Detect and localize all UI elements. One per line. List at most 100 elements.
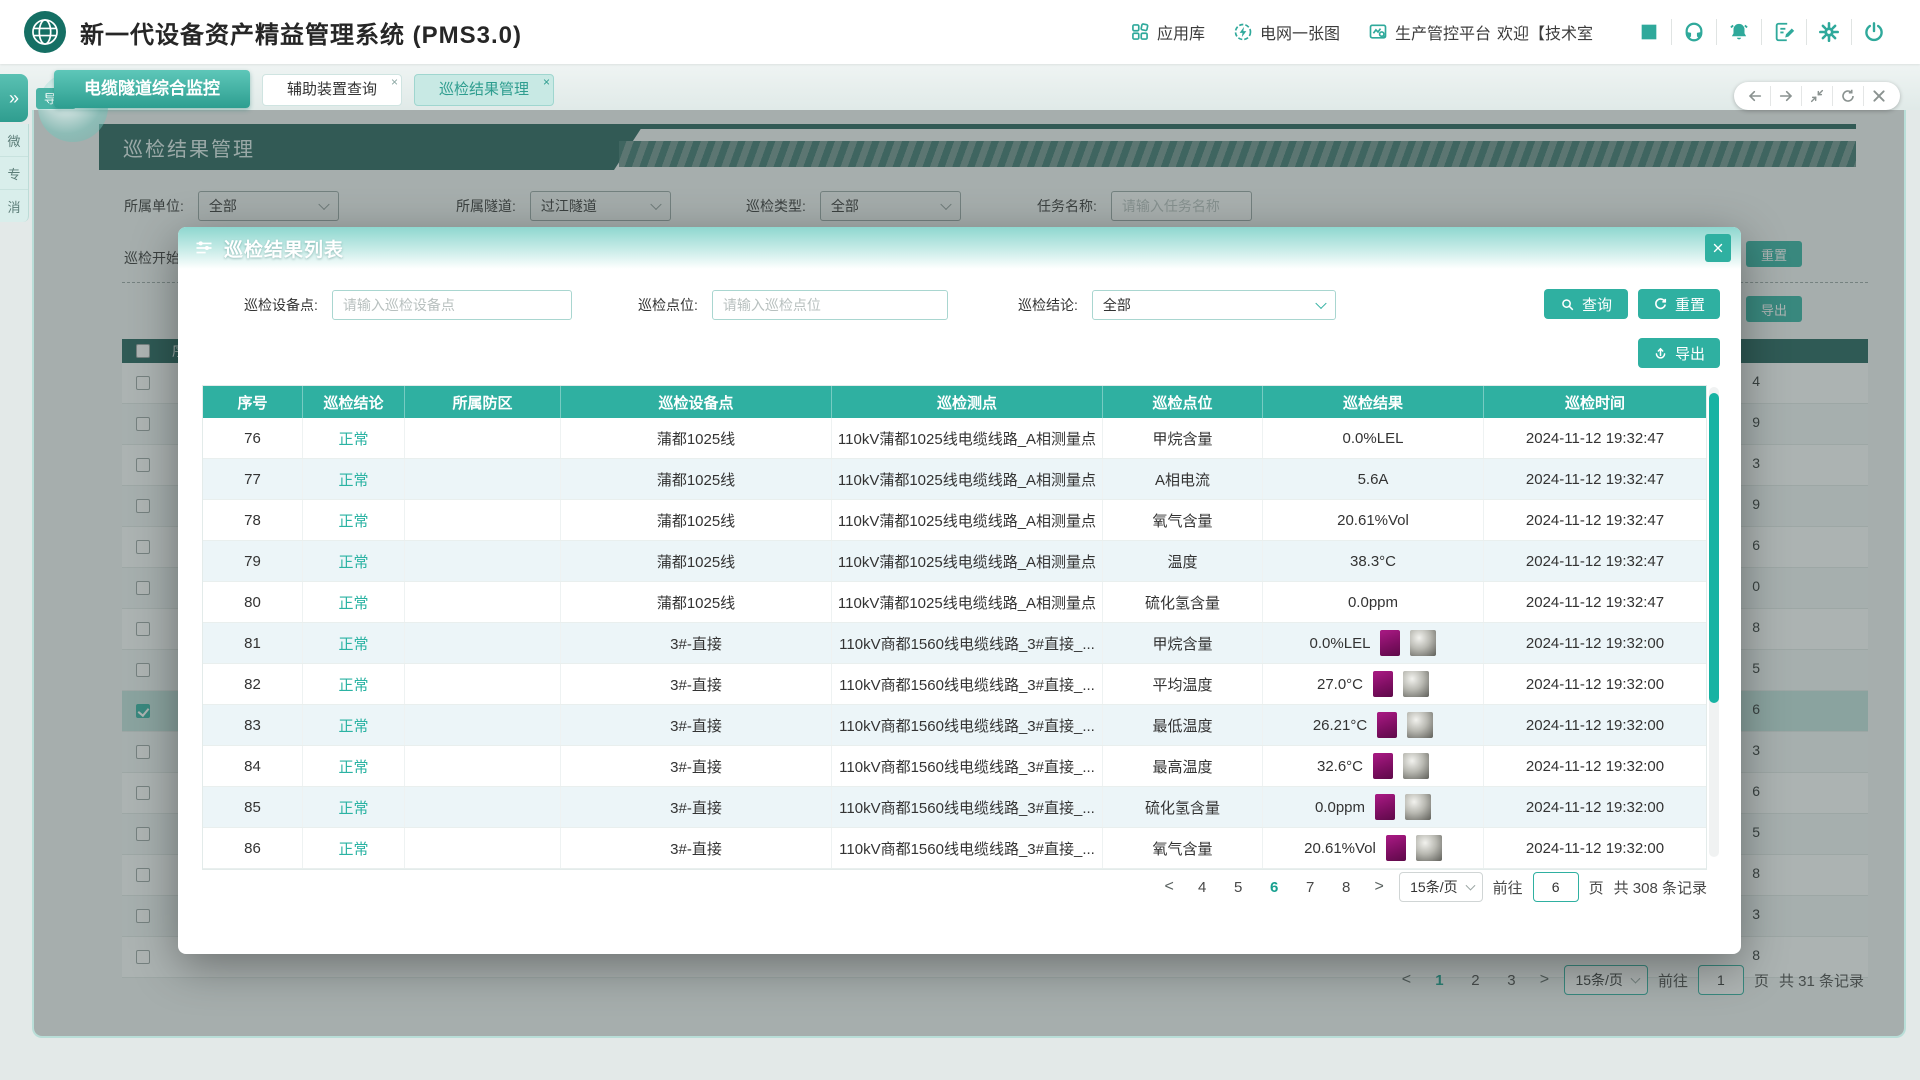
cell-text: 110kV商都1560线电缆线路_3#直接_...: [839, 838, 1095, 859]
cell-text: 77: [244, 471, 261, 488]
thermal-image-thumbnail[interactable]: [1380, 630, 1400, 656]
cell-text: 0.0ppm: [1315, 799, 1365, 816]
gear-button[interactable]: [1806, 19, 1851, 45]
camera-image-thumbnail[interactable]: [1407, 712, 1433, 738]
thermal-image-thumbnail[interactable]: [1373, 753, 1393, 779]
sidebar-item-1[interactable]: 专: [0, 157, 28, 190]
scrollbar-thumb[interactable]: [1709, 393, 1719, 703]
table-row[interactable]: 83正常3#-直接110kV商都1560线电缆线路_3#直接_...最低温度26…: [203, 705, 1706, 746]
bell-button[interactable]: [1716, 19, 1761, 45]
inspection-results-table: 序号巡检结论所属防区巡检设备点巡检测点巡检点位巡检结果巡检时间 76正常蒲都10…: [202, 385, 1707, 870]
close-icon[interactable]: [1863, 86, 1894, 106]
cell-text: 2024-11-12 19:32:47: [1526, 512, 1664, 529]
reset-button-label: 重置: [1675, 294, 1705, 315]
goto-page-input[interactable]: [1533, 872, 1579, 902]
table-row[interactable]: 84正常3#-直接110kV商都1560线电缆线路_3#直接_...最高温度32…: [203, 746, 1706, 787]
headset-button[interactable]: [1671, 19, 1716, 45]
power-button[interactable]: [1851, 19, 1896, 45]
modal-close-button[interactable]: [1705, 234, 1731, 262]
cell-position: 甲烷含量: [1103, 623, 1263, 663]
thermal-image-thumbnail[interactable]: [1386, 835, 1406, 861]
tab-0-active[interactable]: 电缆隧道综合监控: [54, 70, 250, 108]
top-nav-link-0[interactable]: 应用库: [1130, 20, 1205, 44]
cell-text: 最低温度: [1152, 715, 1212, 736]
refresh-icon[interactable]: [1832, 86, 1863, 106]
cell-conclusion: 正常: [303, 787, 405, 827]
camera-image-thumbnail[interactable]: [1403, 671, 1429, 697]
pagination-page-4[interactable]: 4: [1189, 879, 1215, 896]
table-row[interactable]: 86正常3#-直接110kV商都1560线电缆线路_3#直接_...氧气含量20…: [203, 828, 1706, 869]
tab-close-icon[interactable]: ×: [391, 76, 398, 88]
pagination-page-6[interactable]: 6: [1261, 879, 1287, 896]
reset-button[interactable]: 重置: [1638, 289, 1720, 319]
cell-text: 正常: [338, 674, 368, 695]
thermal-image-thumbnail[interactable]: [1375, 794, 1395, 820]
table-row[interactable]: 78正常蒲都1025线110kV蒲都1025线电缆线路_A相测量点氧气含量20.…: [203, 500, 1706, 541]
export-button[interactable]: 导出: [1638, 338, 1720, 368]
table-header-row: 序号巡检结论所属防区巡检设备点巡检测点巡检点位巡检结果巡检时间: [203, 386, 1706, 418]
table-row[interactable]: 79正常蒲都1025线110kV蒲都1025线电缆线路_A相测量点温度38.3°…: [203, 541, 1706, 582]
camera-image-thumbnail[interactable]: [1405, 794, 1431, 820]
filter-input[interactable]: [332, 290, 572, 320]
cell-text: 5.6A: [1358, 471, 1389, 488]
cell-text: 正常: [338, 551, 368, 572]
query-button[interactable]: 查询: [1544, 289, 1628, 319]
cell-zone: [405, 500, 561, 540]
tab-1[interactable]: 辅助装置查询×: [262, 74, 402, 106]
document-edit-button[interactable]: [1761, 19, 1806, 45]
page-size-select[interactable]: 15条/页: [1399, 872, 1482, 902]
solid-square-button[interactable]: [1627, 19, 1671, 45]
pagination-prev[interactable]: <: [1159, 878, 1179, 896]
pagination-page-7[interactable]: 7: [1297, 879, 1323, 896]
cell-device-point: 3#-直接: [561, 828, 832, 868]
thermal-image-thumbnail[interactable]: [1373, 671, 1393, 697]
pagination-page-5[interactable]: 5: [1225, 879, 1251, 896]
top-nav-link-1[interactable]: 电网一张图: [1233, 20, 1340, 44]
cell-position: 平均温度: [1103, 664, 1263, 704]
camera-image-thumbnail[interactable]: [1416, 835, 1442, 861]
table-row[interactable]: 85正常3#-直接110kV商都1560线电缆线路_3#直接_...硫化氢含量0…: [203, 787, 1706, 828]
sidebar-expand-button[interactable]: »: [0, 74, 28, 122]
tab-2[interactable]: 巡检结果管理×: [414, 74, 554, 106]
cell-position: 最高温度: [1103, 746, 1263, 786]
filter-input[interactable]: [712, 290, 948, 320]
filter-select[interactable]: 全部: [1092, 290, 1336, 320]
pagination-page-8[interactable]: 8: [1333, 879, 1359, 896]
table-row[interactable]: 80正常蒲都1025线110kV蒲都1025线电缆线路_A相测量点硫化氢含量0.…: [203, 582, 1706, 623]
cell-device-point: 蒲都1025线: [561, 500, 832, 540]
cell-text: 正常: [338, 797, 368, 818]
cell-position: A相电流: [1103, 459, 1263, 499]
cell-text: 最高温度: [1152, 756, 1212, 777]
column-header: 巡检时间: [1484, 386, 1706, 418]
camera-image-thumbnail[interactable]: [1410, 630, 1436, 656]
back-arrow-icon[interactable]: [1740, 86, 1770, 106]
inspection-result-list-modal: 巡检结果列表 查询 重置 导出 序号巡检结论所属防区巡检设备点巡检测点巡检点位巡…: [178, 227, 1741, 954]
cell-row-number: 79: [203, 541, 303, 581]
pagination-next[interactable]: >: [1369, 878, 1389, 896]
cell-text: 80: [244, 594, 261, 611]
table-row[interactable]: 76正常蒲都1025线110kV蒲都1025线电缆线路_A相测量点甲烷含量0.0…: [203, 418, 1706, 459]
thermal-image-thumbnail[interactable]: [1377, 712, 1397, 738]
sidebar-item-0[interactable]: 微: [0, 124, 28, 157]
cell-position: 最低温度: [1103, 705, 1263, 745]
table-row[interactable]: 81正常3#-直接110kV商都1560线电缆线路_3#直接_...甲烷含量0.…: [203, 623, 1706, 664]
sidebar-item-2[interactable]: 消: [0, 190, 28, 222]
cell-text: 2024-11-12 19:32:00: [1526, 717, 1664, 734]
collapse-icon[interactable]: [1801, 86, 1832, 106]
tab-close-icon[interactable]: ×: [543, 76, 550, 88]
cell-time: 2024-11-12 19:32:47: [1484, 582, 1706, 622]
camera-image-thumbnail[interactable]: [1403, 753, 1429, 779]
cell-result: 5.6A: [1263, 459, 1484, 499]
forward-arrow-icon[interactable]: [1770, 86, 1801, 106]
cell-time: 2024-11-12 19:32:47: [1484, 418, 1706, 458]
table-row[interactable]: 77正常蒲都1025线110kV蒲都1025线电缆线路_A相测量点A相电流5.6…: [203, 459, 1706, 500]
cell-text: 110kV商都1560线电缆线路_3#直接_...: [839, 633, 1095, 654]
cell-time: 2024-11-12 19:32:00: [1484, 623, 1706, 663]
cell-result: 38.3°C: [1263, 541, 1484, 581]
cell-text: 27.0°C: [1317, 676, 1363, 693]
app-title: 新一代设备资产精益管理系统 (PMS3.0): [80, 15, 522, 50]
cell-text: 3#-直接: [670, 797, 722, 818]
table-row[interactable]: 82正常3#-直接110kV商都1560线电缆线路_3#直接_...平均温度27…: [203, 664, 1706, 705]
cell-text: 温度: [1167, 551, 1197, 572]
top-nav-link-2[interactable]: 生产管控平台: [1368, 20, 1491, 44]
